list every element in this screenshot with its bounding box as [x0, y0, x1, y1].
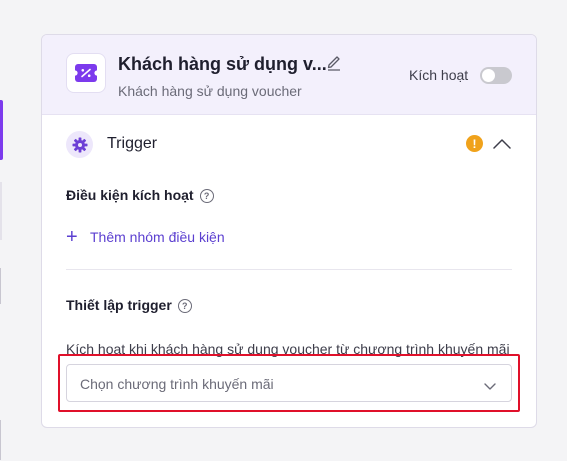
help-icon[interactable]: ?	[177, 299, 192, 314]
promotion-select-placeholder: Chọn chương trình khuyến mãi	[80, 376, 274, 392]
add-condition-group-button[interactable]: + Thêm nhóm điều kiện	[66, 226, 225, 248]
edit-icon[interactable]	[326, 53, 342, 71]
gear-icon	[66, 131, 93, 158]
divider	[66, 269, 512, 270]
promotion-select[interactable]: Chọn chương trình khuyến mãi	[66, 364, 512, 402]
trigger-label: Trigger	[107, 135, 158, 152]
chevron-up-icon[interactable]	[492, 137, 512, 151]
toggle-knob	[482, 69, 495, 82]
chevron-down-icon	[483, 378, 497, 390]
left-tick	[0, 268, 1, 304]
left-edge	[0, 0, 4, 461]
left-card-edge	[0, 182, 2, 240]
card-header: Khách hàng sử dụng v... Khách hàng sử dụ…	[42, 35, 536, 115]
trigger-node-card: Khách hàng sử dụng v... Khách hàng sử dụ…	[41, 34, 537, 428]
node-subtitle: Khách hàng sử dụng voucher	[118, 83, 302, 99]
warning-icon: !	[466, 135, 483, 152]
conditions-title-text: Điều kiện kích hoạt	[66, 187, 194, 203]
conditions-title: Điều kiện kích hoạt?	[66, 187, 214, 204]
plus-icon: +	[66, 226, 78, 248]
left-active-indicator	[0, 100, 3, 160]
add-condition-group-label: Thêm nhóm điều kiện	[90, 229, 225, 245]
activate-toggle[interactable]	[480, 67, 512, 84]
trigger-section-header[interactable]: Trigger !	[66, 130, 516, 158]
trigger-setup-title-text: Thiết lập trigger	[66, 297, 172, 313]
activate-label: Kích hoạt	[409, 67, 469, 83]
trigger-description: Kích hoạt khi khách hàng sử dụng voucher…	[66, 341, 510, 357]
trigger-setup-title: Thiết lập trigger?	[66, 297, 192, 314]
voucher-icon	[66, 53, 106, 93]
help-icon[interactable]: ?	[199, 189, 214, 204]
left-tick	[0, 420, 1, 460]
node-title: Khách hàng sử dụng v...	[118, 54, 327, 74]
